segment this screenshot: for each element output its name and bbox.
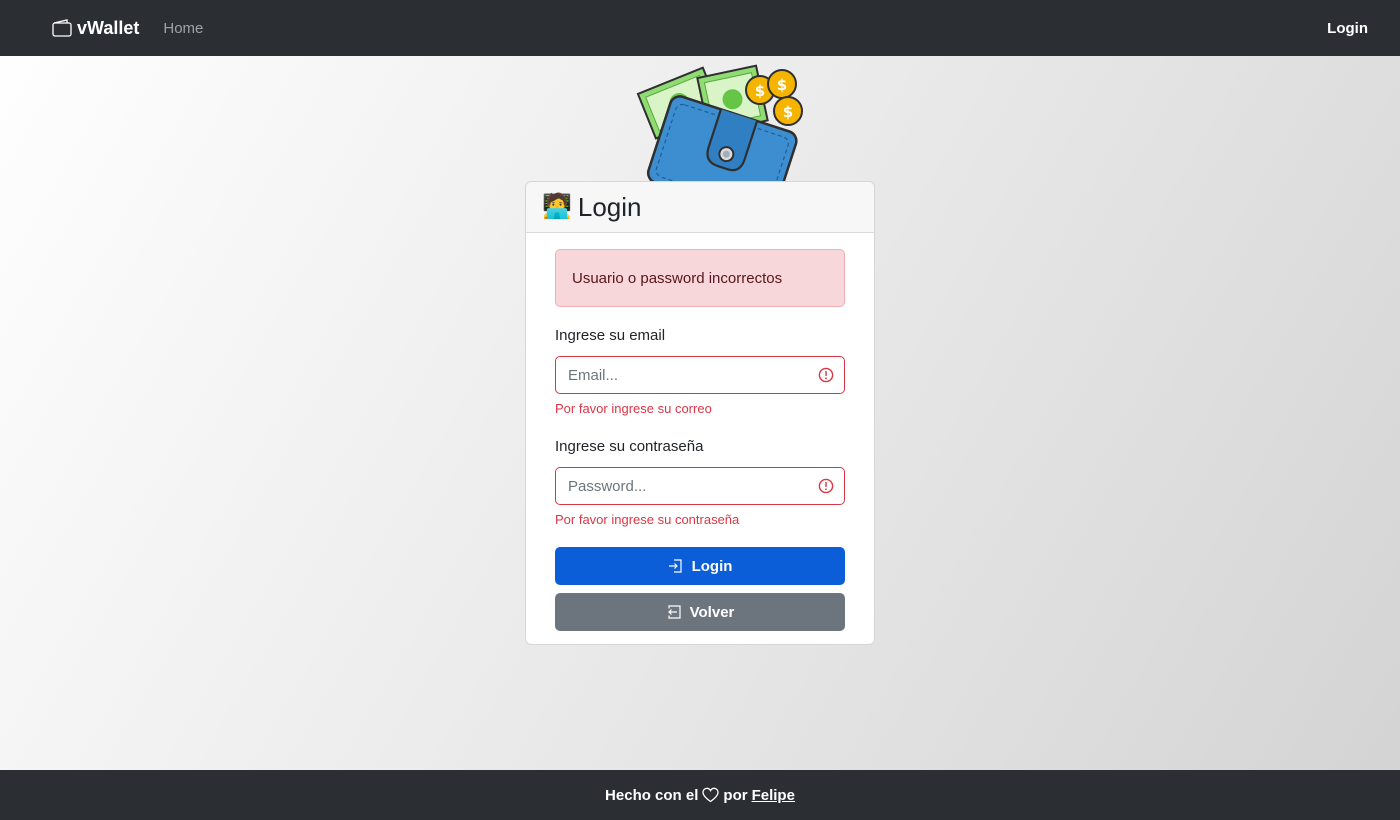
author-link[interactable]: Felipe: [752, 787, 795, 804]
back-button-label: Volver: [689, 603, 735, 621]
card-header: 🧑‍💻 Login: [526, 182, 874, 233]
card-title: Login: [577, 191, 642, 222]
login-card: 🧑‍💻 Login Usuario o password incorrectos…: [525, 181, 875, 645]
wallet-with-money-illustration: $ $ $: [620, 56, 820, 182]
wallet-icon: [52, 19, 72, 37]
technologist-emoji: 🧑‍💻: [542, 193, 572, 220]
error-icon: [818, 478, 834, 494]
email-label: Ingrese su email: [555, 327, 666, 344]
login-button-label: Login: [691, 557, 733, 575]
password-label: Ingrese su contraseña: [555, 438, 704, 455]
footer-middle: por: [723, 786, 748, 804]
password-error-text: Por favor ingrese su contraseña: [555, 512, 740, 527]
password-input[interactable]: [555, 467, 845, 505]
error-alert: Usuario o password incorrectos: [555, 249, 845, 307]
footer-prefix: Hecho con el: [605, 786, 699, 804]
brand-link[interactable]: vWallet: [52, 18, 139, 39]
email-field-wrapper: [555, 356, 845, 394]
footer: Hecho con el por Felipe: [0, 770, 1400, 820]
nav-home-link[interactable]: Home: [163, 20, 203, 37]
svg-text:$: $: [777, 76, 787, 94]
back-button[interactable]: Volver: [555, 593, 845, 631]
email-input[interactable]: [555, 356, 845, 394]
svg-text:$: $: [783, 103, 793, 121]
box-arrow-in-right-icon: [668, 559, 682, 573]
heart-icon: [702, 787, 720, 803]
box-arrow-in-left-icon: [667, 605, 681, 619]
email-error-text: Por favor ingrese su correo: [555, 401, 712, 416]
svg-text:$: $: [755, 82, 765, 100]
brand-label: vWallet: [77, 17, 140, 38]
error-icon: [818, 367, 834, 383]
card-body: Usuario o password incorrectos Ingrese s…: [526, 233, 874, 631]
login-button[interactable]: Login: [555, 547, 845, 585]
password-field-wrapper: [555, 467, 845, 505]
navbar: vWallet Home Login: [0, 0, 1400, 56]
nav-login-link[interactable]: Login: [1327, 20, 1368, 37]
